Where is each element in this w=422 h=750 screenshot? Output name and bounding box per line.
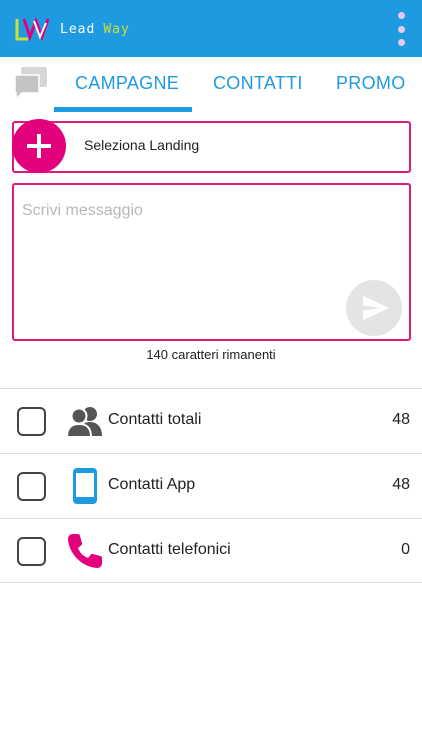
chat-icon[interactable]: [12, 65, 50, 101]
app-logo: Lead Way: [14, 14, 130, 44]
plus-icon: [27, 134, 51, 158]
overflow-menu-icon[interactable]: [394, 12, 408, 46]
contact-row-app[interactable]: Contatti App 48: [0, 453, 422, 518]
tab-contatti[interactable]: CONTATTI: [213, 73, 303, 94]
app-bar: Lead Way: [0, 0, 422, 57]
app-contacts-label: Contatti App: [108, 476, 196, 493]
phone-icon: [68, 534, 102, 568]
tab-bar: CAMPAGNE CONTATTI PROMO: [0, 57, 422, 114]
send-button[interactable]: [346, 280, 402, 336]
app-contacts-checkbox[interactable]: [17, 472, 46, 501]
tab-indicator: [54, 107, 192, 112]
app-contacts-count: 48: [392, 476, 410, 493]
tab-campagne[interactable]: CAMPAGNE: [75, 73, 179, 94]
total-contacts-count: 48: [392, 411, 410, 428]
people-icon: [66, 407, 102, 438]
logo-word-way: Way: [103, 21, 130, 37]
select-landing-field[interactable]: [12, 121, 411, 173]
tab-promo[interactable]: PROMO: [336, 73, 406, 94]
contact-row-phone[interactable]: Contatti telefonici 0: [0, 518, 422, 583]
leadway-logo-icon: [15, 16, 50, 42]
logo-word-lead: Lead: [60, 21, 96, 37]
total-contacts-label: Contatti totali: [108, 411, 202, 428]
phone-contacts-count: 0: [401, 541, 410, 558]
contact-row-total[interactable]: Contatti totali 48: [0, 388, 422, 453]
phone-contacts-checkbox[interactable]: [17, 537, 46, 566]
add-landing-button[interactable]: [12, 119, 66, 173]
total-contacts-checkbox[interactable]: [17, 407, 46, 436]
select-landing-label: Seleziona Landing: [84, 137, 200, 153]
remaining-characters: 140 caratteri rimanenti: [146, 347, 276, 362]
message-placeholder: Scrivi messaggio: [22, 202, 143, 219]
phone-contacts-label: Contatti telefonici: [108, 541, 231, 558]
smartphone-icon: [73, 468, 97, 504]
send-icon: [363, 296, 389, 320]
